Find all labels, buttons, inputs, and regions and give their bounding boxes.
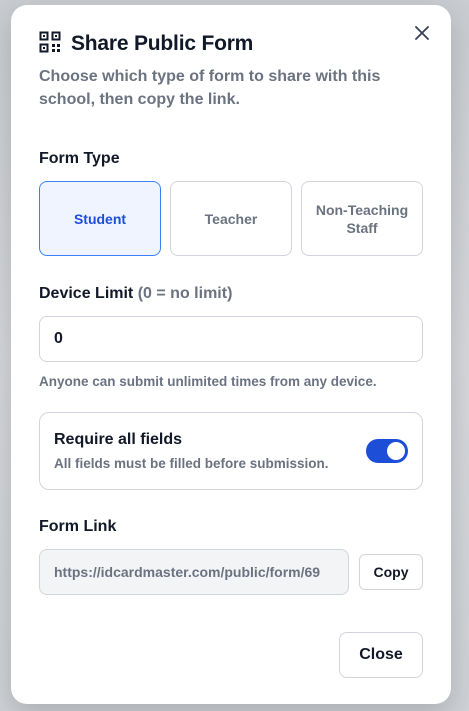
require-fields-title: Require all fields (54, 431, 183, 448)
dialog-subtitle: Choose which type of form to share with … (39, 68, 381, 108)
form-link-label: Form Link (39, 518, 117, 535)
form-type-student[interactable]: Student (39, 181, 161, 256)
device-limit-note: (0 = no limit) (137, 285, 233, 302)
dialog-header: Share Public Form Choose which type of f… (39, 31, 401, 111)
device-limit-hint: Anyone can submit unlimited times from a… (39, 374, 377, 389)
require-fields-panel: Require all fields All fields must be fi… (39, 412, 423, 490)
toggle-knob (387, 442, 405, 460)
require-fields-description: All fields must be filled before submiss… (54, 456, 329, 471)
form-type-teacher[interactable]: Teacher (170, 181, 292, 256)
form-link-row: https://idcardmaster.com/public/form/69 … (39, 549, 423, 595)
form-type-non-teaching-staff[interactable]: Non-Teaching Staff (301, 181, 423, 256)
copy-button[interactable]: Copy (359, 554, 423, 590)
require-fields-toggle[interactable] (366, 439, 408, 463)
form-type-label: Form Type (39, 150, 120, 167)
dialog-title: Share Public Form (71, 32, 254, 55)
device-limit-label-text: Device Limit (39, 285, 134, 302)
device-limit-label: Device Limit (0 = no limit) (39, 285, 232, 303)
close-icon[interactable] (411, 22, 433, 44)
form-type-options: Student Teacher Non-Teaching Staff (39, 181, 423, 256)
share-form-dialog: Share Public Form Choose which type of f… (11, 5, 451, 704)
device-limit-input[interactable]: 0 (39, 316, 423, 362)
qr-code-icon (39, 31, 61, 58)
close-button[interactable]: Close (339, 632, 423, 678)
form-link-input[interactable]: https://idcardmaster.com/public/form/69 (39, 549, 349, 595)
